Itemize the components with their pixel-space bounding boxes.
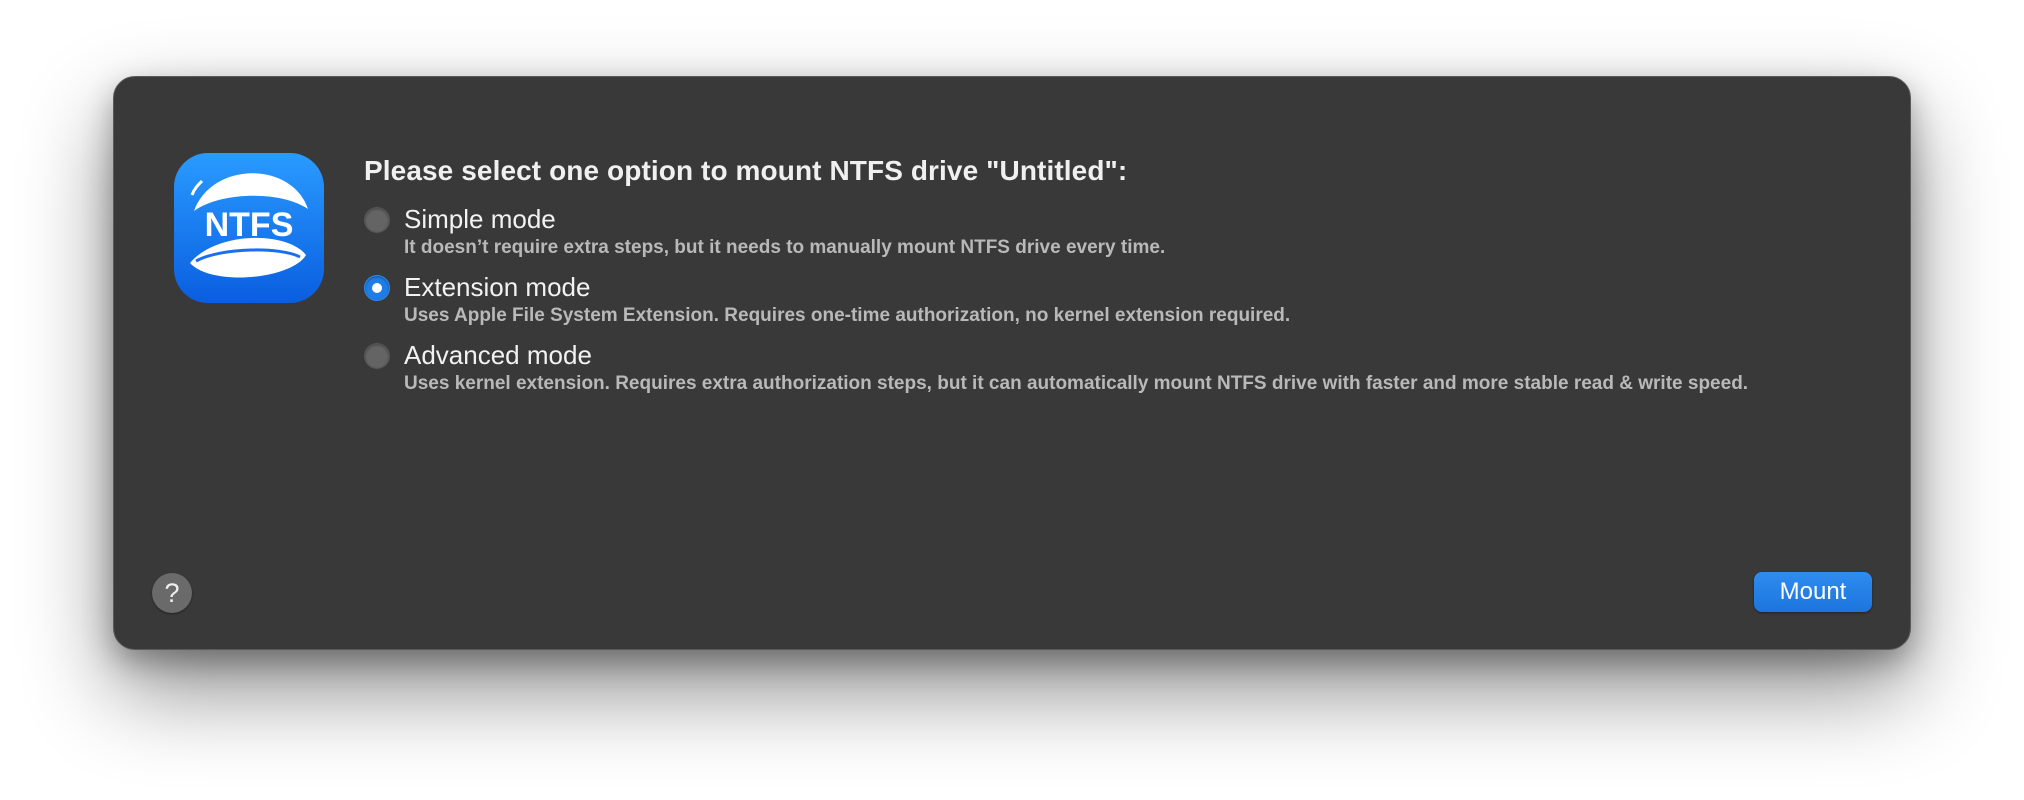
help-button[interactable]: ? (152, 573, 192, 613)
option-advanced-mode[interactable]: Advanced mode Uses kernel extension. Req… (364, 339, 1894, 397)
mount-options-dialog: NTFS Please select one option to mount N… (113, 76, 1911, 650)
ntfs-app-icon: NTFS (172, 151, 326, 305)
option-description: Uses Apple File System Extension. Requir… (404, 305, 1291, 326)
option-description: Uses kernel extension. Requires extra au… (404, 373, 1749, 394)
option-description: It doesn’t require extra steps, but it n… (404, 237, 1166, 258)
radio-advanced-mode[interactable] (364, 343, 390, 369)
mount-button[interactable]: Mount (1754, 572, 1872, 612)
radio-simple-mode[interactable] (364, 207, 390, 233)
option-simple-mode[interactable]: Simple mode It doesn’t require extra ste… (364, 203, 1894, 261)
option-label: Advanced mode (404, 340, 592, 370)
option-label: Extension mode (404, 272, 591, 302)
radio-extension-mode[interactable] (364, 275, 390, 301)
dialog-heading: Please select one option to mount NTFS d… (364, 155, 1128, 186)
dialog-content: Please select one option to mount NTFS d… (364, 153, 1894, 407)
option-extension-mode[interactable]: Extension mode Uses Apple File System Ex… (364, 271, 1894, 329)
option-label: Simple mode (404, 204, 556, 234)
ntfs-logo-text: NTFS (205, 206, 294, 244)
